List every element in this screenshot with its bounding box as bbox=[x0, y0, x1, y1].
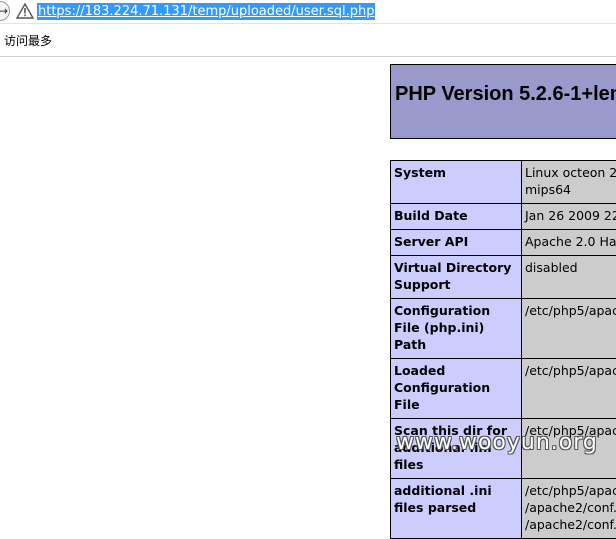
row-value-line: Jan 26 2009 22:5 bbox=[525, 207, 616, 224]
row-value: /etc/php5/apacl bbox=[522, 299, 616, 359]
row-value: /etc/php5/apach bbox=[522, 359, 616, 419]
row-label: Server API bbox=[391, 230, 522, 256]
row-value-line: /apache2/conf.d bbox=[525, 499, 616, 516]
row-label: System bbox=[391, 161, 522, 204]
row-value: Jan 26 2009 22:5 bbox=[522, 204, 616, 230]
certificate-warning-icon[interactable] bbox=[16, 3, 34, 19]
back-button[interactable]: → bbox=[0, 1, 10, 21]
row-value-line: Linux octeon 2.6 bbox=[525, 164, 616, 181]
row-label: Loaded Configuration File bbox=[391, 359, 522, 419]
favorites-bar: 访问最多 bbox=[0, 25, 616, 57]
row-value-line: mips64 bbox=[525, 181, 616, 198]
table-row: Loaded Configuration File/etc/php5/apach bbox=[391, 359, 616, 419]
row-value-line: disabled bbox=[525, 259, 616, 276]
row-value: disabled bbox=[522, 256, 616, 299]
back-arrow-icon: → bbox=[0, 2, 8, 20]
favorites-most-visited[interactable]: 访问最多 bbox=[4, 34, 52, 48]
row-value-line: /etc/php5/apach bbox=[525, 482, 616, 499]
row-value: Apache 2.0 Hand bbox=[522, 230, 616, 256]
row-value-line: Apache 2.0 Hand bbox=[525, 233, 616, 250]
row-label: Build Date bbox=[391, 204, 522, 230]
url-field[interactable]: https://183.224.71.131/temp/uploaded/use… bbox=[37, 3, 375, 20]
php-version-header: PHP Version 5.2.6-1+lenn bbox=[390, 64, 616, 139]
row-label: additional .ini files parsed bbox=[391, 479, 522, 539]
table-row: Configuration File (php.ini) Path/etc/ph… bbox=[391, 299, 616, 359]
table-row: Build DateJan 26 2009 22:5 bbox=[391, 204, 616, 230]
address-bar: → https://183.224.71.131/temp/uploaded/u… bbox=[0, 0, 616, 24]
row-value-line: /etc/php5/apach bbox=[525, 362, 616, 379]
row-label: Virtual Directory Support bbox=[391, 256, 522, 299]
row-value-line: /etc/php5/apacl bbox=[525, 302, 616, 319]
table-row: additional .ini files parsed/etc/php5/ap… bbox=[391, 479, 616, 539]
row-label: Configuration File (php.ini) Path bbox=[391, 299, 522, 359]
phpinfo-table: SystemLinux octeon 2.6mips64Build DateJa… bbox=[390, 160, 616, 539]
table-row: SystemLinux octeon 2.6mips64 bbox=[391, 161, 616, 204]
watermark-text: www.wooyun.org bbox=[396, 430, 598, 456]
row-value: Linux octeon 2.6mips64 bbox=[522, 161, 616, 204]
table-row: Virtual Directory Supportdisabled bbox=[391, 256, 616, 299]
row-value: /etc/php5/apach/apache2/conf.d/apache2/c… bbox=[522, 479, 616, 539]
page-title: PHP Version 5.2.6-1+lenn bbox=[395, 83, 616, 106]
row-value-line: /apache2/conf.d bbox=[525, 516, 616, 533]
table-row: Server APIApache 2.0 Hand bbox=[391, 230, 616, 256]
